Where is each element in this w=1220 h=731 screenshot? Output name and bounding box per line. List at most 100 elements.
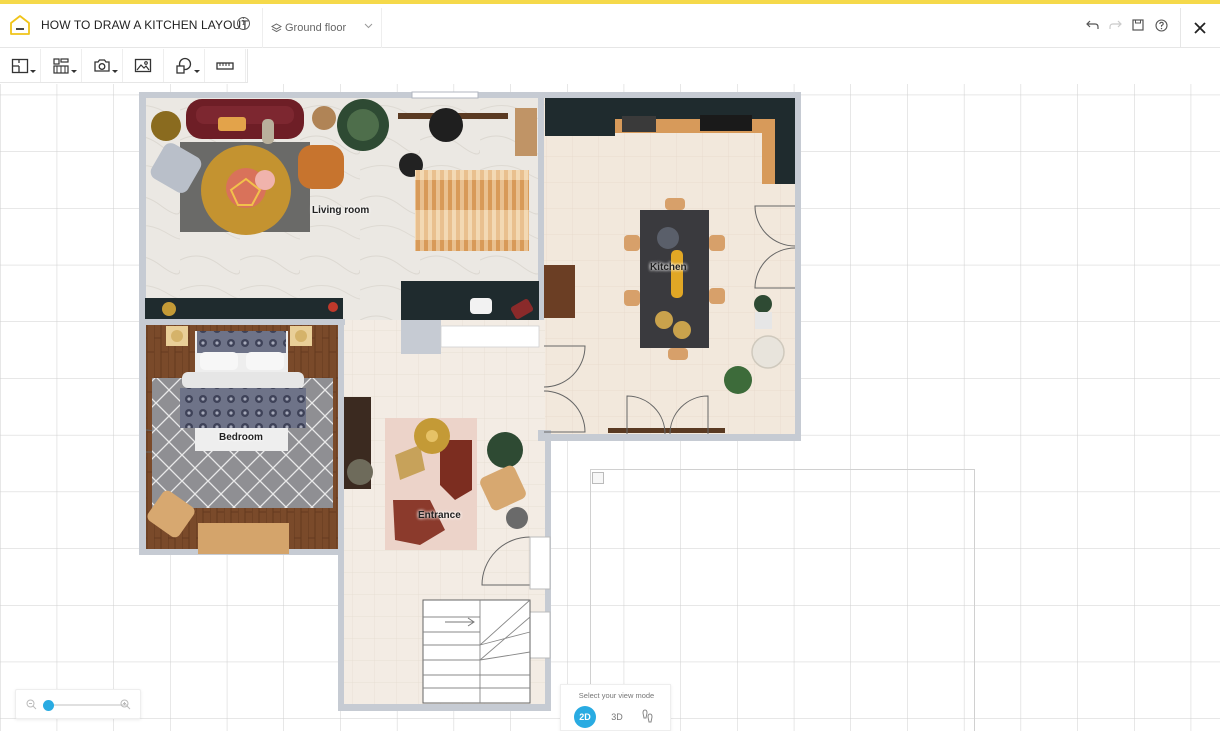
kitchen-island-left bbox=[401, 281, 469, 320]
sofa-vase bbox=[262, 119, 274, 144]
room-label-living[interactable]: Living room bbox=[312, 205, 369, 216]
dining-chair-1 bbox=[624, 235, 640, 251]
entrance-plant bbox=[487, 432, 523, 468]
undo-icon bbox=[1085, 20, 1099, 29]
bed-pillow-2 bbox=[246, 352, 284, 370]
floor-selector[interactable]: Ground floor bbox=[262, 8, 382, 48]
view-mode-3d-button[interactable]: 3D bbox=[606, 706, 628, 728]
entrance-basket bbox=[506, 507, 528, 529]
pouf bbox=[255, 170, 275, 190]
rug-flower-center bbox=[426, 430, 438, 442]
wall-bedroom-entrance bbox=[338, 319, 344, 555]
redo-button[interactable] bbox=[1108, 18, 1122, 32]
measure-tool[interactable] bbox=[205, 49, 246, 82]
room-label-kitchen[interactable]: Kitchen bbox=[650, 262, 687, 273]
tv-unit-decor-2 bbox=[328, 302, 338, 312]
floor-label: Ground floor bbox=[285, 22, 347, 34]
furniture-caret bbox=[71, 70, 77, 73]
image-tool[interactable] bbox=[123, 49, 164, 82]
entrance-plant-small bbox=[347, 459, 373, 485]
redo-icon bbox=[1108, 20, 1122, 29]
view-mode-2d-button[interactable]: 2D bbox=[574, 706, 596, 728]
kitchen-stove bbox=[622, 116, 656, 132]
dining-chair-3 bbox=[709, 235, 725, 251]
close-icon[interactable] bbox=[1193, 21, 1207, 35]
zoom-out-icon[interactable] bbox=[26, 699, 37, 710]
armchair-right bbox=[298, 145, 344, 189]
kitchen-bench bbox=[608, 428, 725, 433]
kitchen-counter-right bbox=[775, 98, 795, 184]
project-title[interactable]: HOW TO DRAW A KITCHEN LAYOUT bbox=[41, 18, 249, 32]
entrance-door-frame-2 bbox=[529, 611, 551, 659]
staircase bbox=[422, 599, 531, 704]
wood-rug bbox=[415, 170, 529, 251]
floor-plan-tool[interactable] bbox=[0, 49, 41, 82]
living-window bbox=[411, 91, 479, 99]
kitchen-sink bbox=[700, 115, 752, 131]
zoom-slider-track[interactable] bbox=[44, 704, 128, 706]
shapes-icon bbox=[176, 57, 192, 74]
side-table bbox=[312, 106, 336, 130]
floor-plan-icon bbox=[11, 58, 29, 73]
save-icon bbox=[1132, 19, 1144, 31]
camera-tool[interactable] bbox=[82, 49, 123, 82]
broken-image-icon bbox=[592, 472, 604, 484]
wall-shelf bbox=[515, 108, 537, 156]
tool-bar bbox=[0, 49, 248, 83]
help-button[interactable] bbox=[1154, 18, 1168, 32]
living-plant-inner bbox=[347, 109, 379, 141]
bed-headboard bbox=[197, 331, 286, 353]
close-divider bbox=[1180, 8, 1181, 48]
room-label-entrance[interactable]: Entrance bbox=[418, 510, 461, 521]
dining-chair-6 bbox=[668, 348, 688, 360]
island-sink bbox=[470, 298, 492, 314]
table-runner bbox=[671, 250, 683, 298]
info-icon[interactable]: i bbox=[237, 17, 250, 30]
shapes-caret bbox=[194, 70, 200, 73]
camera-caret bbox=[112, 70, 118, 73]
view-mode-title: Select your view mode bbox=[578, 691, 655, 700]
top-bar: HOW TO DRAW A KITCHEN LAYOUT i Ground fl… bbox=[0, 0, 1220, 48]
furniture-tool[interactable] bbox=[41, 49, 82, 82]
dining-chair-4 bbox=[709, 288, 725, 304]
table-plate-1 bbox=[655, 311, 673, 329]
wall-living-kitchen bbox=[538, 92, 544, 162]
image-icon bbox=[134, 58, 152, 73]
shapes-tool[interactable] bbox=[164, 49, 205, 82]
camera-icon bbox=[94, 59, 110, 72]
plan-canvas[interactable]: Living room Kitchen Bedroom Entrance bbox=[0, 84, 1220, 731]
kitchen-plant bbox=[754, 295, 772, 313]
undo-button[interactable] bbox=[1085, 18, 1099, 32]
bed-quilt bbox=[180, 388, 306, 428]
home-logo-icon[interactable] bbox=[8, 13, 32, 37]
bed-blanket bbox=[182, 372, 304, 388]
kitchen-armchair bbox=[751, 335, 785, 369]
ruler-icon bbox=[216, 61, 234, 70]
dining-chair-5 bbox=[665, 198, 685, 210]
wood-panel bbox=[544, 265, 575, 318]
table-plate-2 bbox=[673, 321, 691, 339]
view-mode-panel: Select your view mode 2D 3D bbox=[560, 684, 671, 731]
top-right-actions bbox=[1085, 18, 1168, 32]
zoom-in-icon[interactable] bbox=[120, 699, 131, 710]
walk-mode-icon[interactable] bbox=[640, 709, 654, 723]
kitchen-wood-corner bbox=[762, 119, 775, 184]
nightstand-lamp-right bbox=[295, 330, 307, 342]
sofa-lamp bbox=[218, 117, 246, 131]
help-icon bbox=[1154, 18, 1168, 32]
zoom-slider-handle[interactable] bbox=[43, 700, 54, 711]
room-label-bedroom[interactable]: Bedroom bbox=[219, 432, 263, 443]
furniture-icon bbox=[53, 57, 69, 74]
floor-plan-caret bbox=[30, 70, 36, 73]
save-button[interactable] bbox=[1131, 18, 1145, 32]
bed-pillow-1 bbox=[200, 352, 238, 370]
nightstand-lamp-left bbox=[171, 330, 183, 342]
chevron-down-icon bbox=[364, 23, 373, 29]
zoom-control bbox=[15, 689, 141, 719]
living-plant-corner bbox=[151, 111, 181, 141]
layers-icon bbox=[271, 23, 282, 33]
tv-unit-decor-1 bbox=[162, 302, 176, 316]
table-centerpiece bbox=[657, 227, 679, 249]
pendant-lamp bbox=[429, 108, 463, 142]
kitchen-plant-floor bbox=[724, 366, 752, 394]
